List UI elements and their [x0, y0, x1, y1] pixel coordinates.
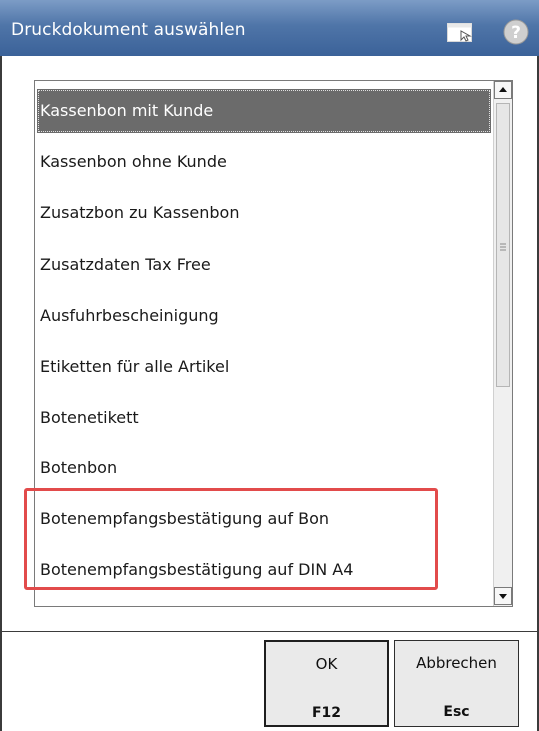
- ok-button-shortcut: F12: [311, 705, 342, 721]
- print-document-dialog: Druckdokument auswählen ? Kassenbon mit …: [0, 0, 539, 731]
- arrow-down-icon: [499, 594, 507, 599]
- ok-button-label: OK: [315, 655, 338, 673]
- cancel-button-label: Abbrechen: [416, 654, 497, 672]
- grip-icon: [500, 243, 506, 251]
- list-item[interactable]: Etiketten für alle Artikel: [37, 345, 491, 389]
- scroll-down-button[interactable]: [494, 587, 512, 605]
- cancel-button[interactable]: Abbrechen Esc: [394, 640, 519, 727]
- list-item[interactable]: Botenbon: [37, 446, 491, 490]
- scroll-up-button[interactable]: [494, 81, 512, 99]
- highlight-annotation: [24, 488, 438, 590]
- window-icon[interactable]: [447, 22, 473, 43]
- title-bar: Druckdokument auswählen ?: [0, 0, 539, 56]
- list-item[interactable]: Ausfuhrbescheinigung: [37, 294, 491, 338]
- list-item[interactable]: Kassenbon ohne Kunde: [37, 140, 491, 184]
- list-item[interactable]: Zusatzbon zu Kassenbon: [37, 191, 491, 235]
- footer-divider: [2, 631, 537, 632]
- list-item[interactable]: Zusatzdaten Tax Free: [37, 243, 491, 287]
- svg-text:?: ?: [511, 23, 521, 43]
- list-item[interactable]: Botenetikett: [37, 396, 491, 440]
- help-icon[interactable]: ?: [503, 19, 529, 45]
- scrollbar-thumb[interactable]: [496, 103, 510, 387]
- ok-button[interactable]: OK F12: [264, 640, 389, 727]
- cancel-button-shortcut: Esc: [443, 704, 470, 720]
- vertical-scrollbar[interactable]: [493, 81, 512, 606]
- list-item[interactable]: Kassenbon mit Kunde: [37, 89, 491, 133]
- arrow-up-icon: [499, 87, 507, 92]
- dialog-title: Druckdokument auswählen: [11, 20, 246, 40]
